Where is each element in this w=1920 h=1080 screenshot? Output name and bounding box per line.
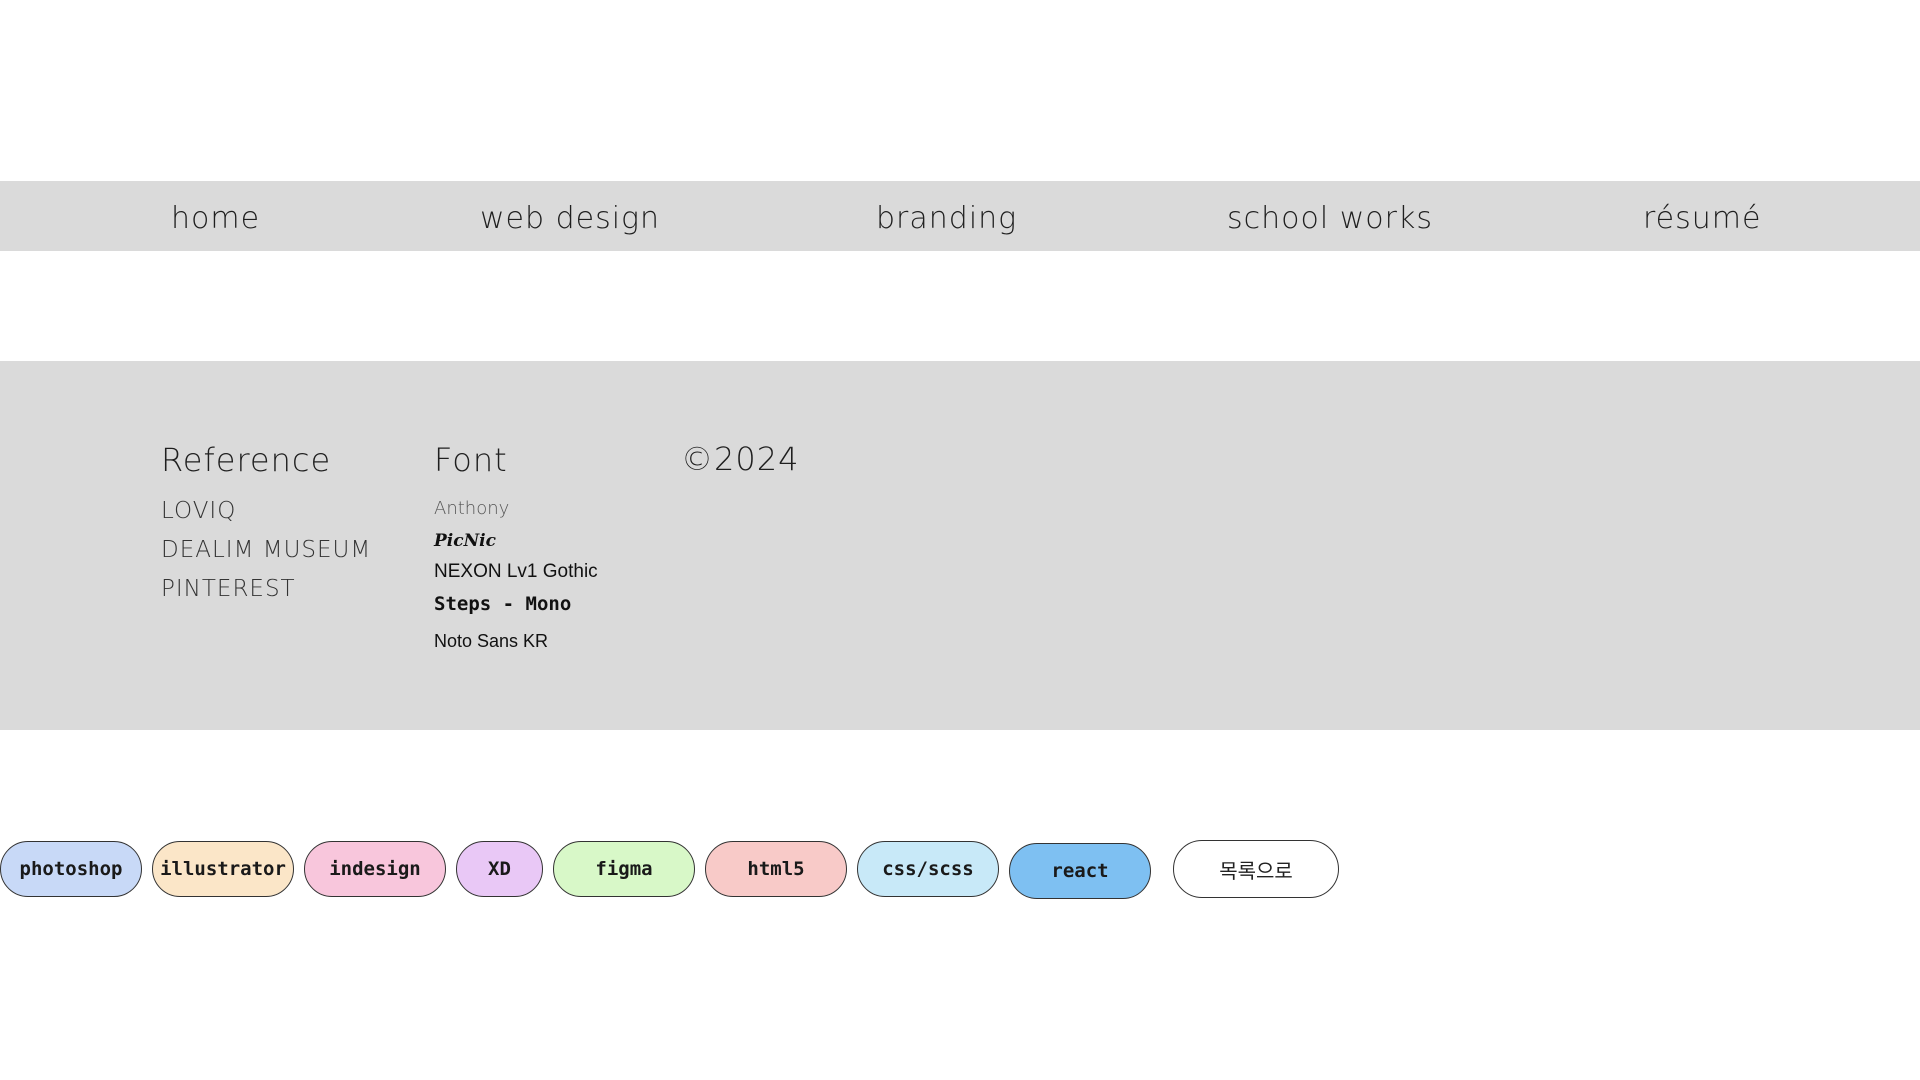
- nav-branding-link[interactable]: branding: [876, 201, 1017, 236]
- back-to-list-button[interactable]: 목록으로: [1173, 840, 1339, 898]
- tag-indesign: indesign: [304, 841, 446, 897]
- nav-home-link[interactable]: home: [171, 201, 260, 236]
- nav-resume-link[interactable]: résumé: [1643, 201, 1761, 236]
- tag-react: react: [1009, 843, 1151, 899]
- font-item-steps-mono: Steps - Mono: [434, 593, 572, 615]
- top-nav: home web design branding school works ré…: [0, 181, 1920, 251]
- reference-link-dealim-museum[interactable]: DEALIM MUSEUM: [161, 537, 371, 563]
- tag-figma: figma: [553, 841, 695, 897]
- reference-title: Reference: [161, 441, 332, 479]
- tag-html5: html5: [705, 841, 847, 897]
- nav-school-works-link[interactable]: school works: [1227, 201, 1433, 236]
- font-item-nexon: NEXON Lv1 Gothic: [434, 561, 598, 582]
- nav-web-design-link[interactable]: web design: [480, 201, 660, 236]
- copyright-text: ©2024: [681, 440, 800, 478]
- font-item-anthony: Anthony: [434, 498, 510, 519]
- font-item-picnic: PicNic: [434, 531, 496, 551]
- font-title: Font: [434, 441, 508, 479]
- reference-link-loviq[interactable]: LOVIQ: [161, 498, 236, 524]
- tag-photoshop: photoshop: [0, 841, 142, 897]
- tag-illustrator: illustrator: [152, 841, 294, 897]
- tag-xd: XD: [456, 841, 543, 897]
- tag-css-scss: css/scss: [857, 841, 999, 897]
- reference-link-pinterest[interactable]: PINTEREST: [161, 576, 296, 602]
- font-item-noto-sans-kr: Noto Sans KR: [434, 631, 549, 651]
- footer-panel: Reference LOVIQ DEALIM MUSEUM PINTEREST …: [0, 361, 1920, 730]
